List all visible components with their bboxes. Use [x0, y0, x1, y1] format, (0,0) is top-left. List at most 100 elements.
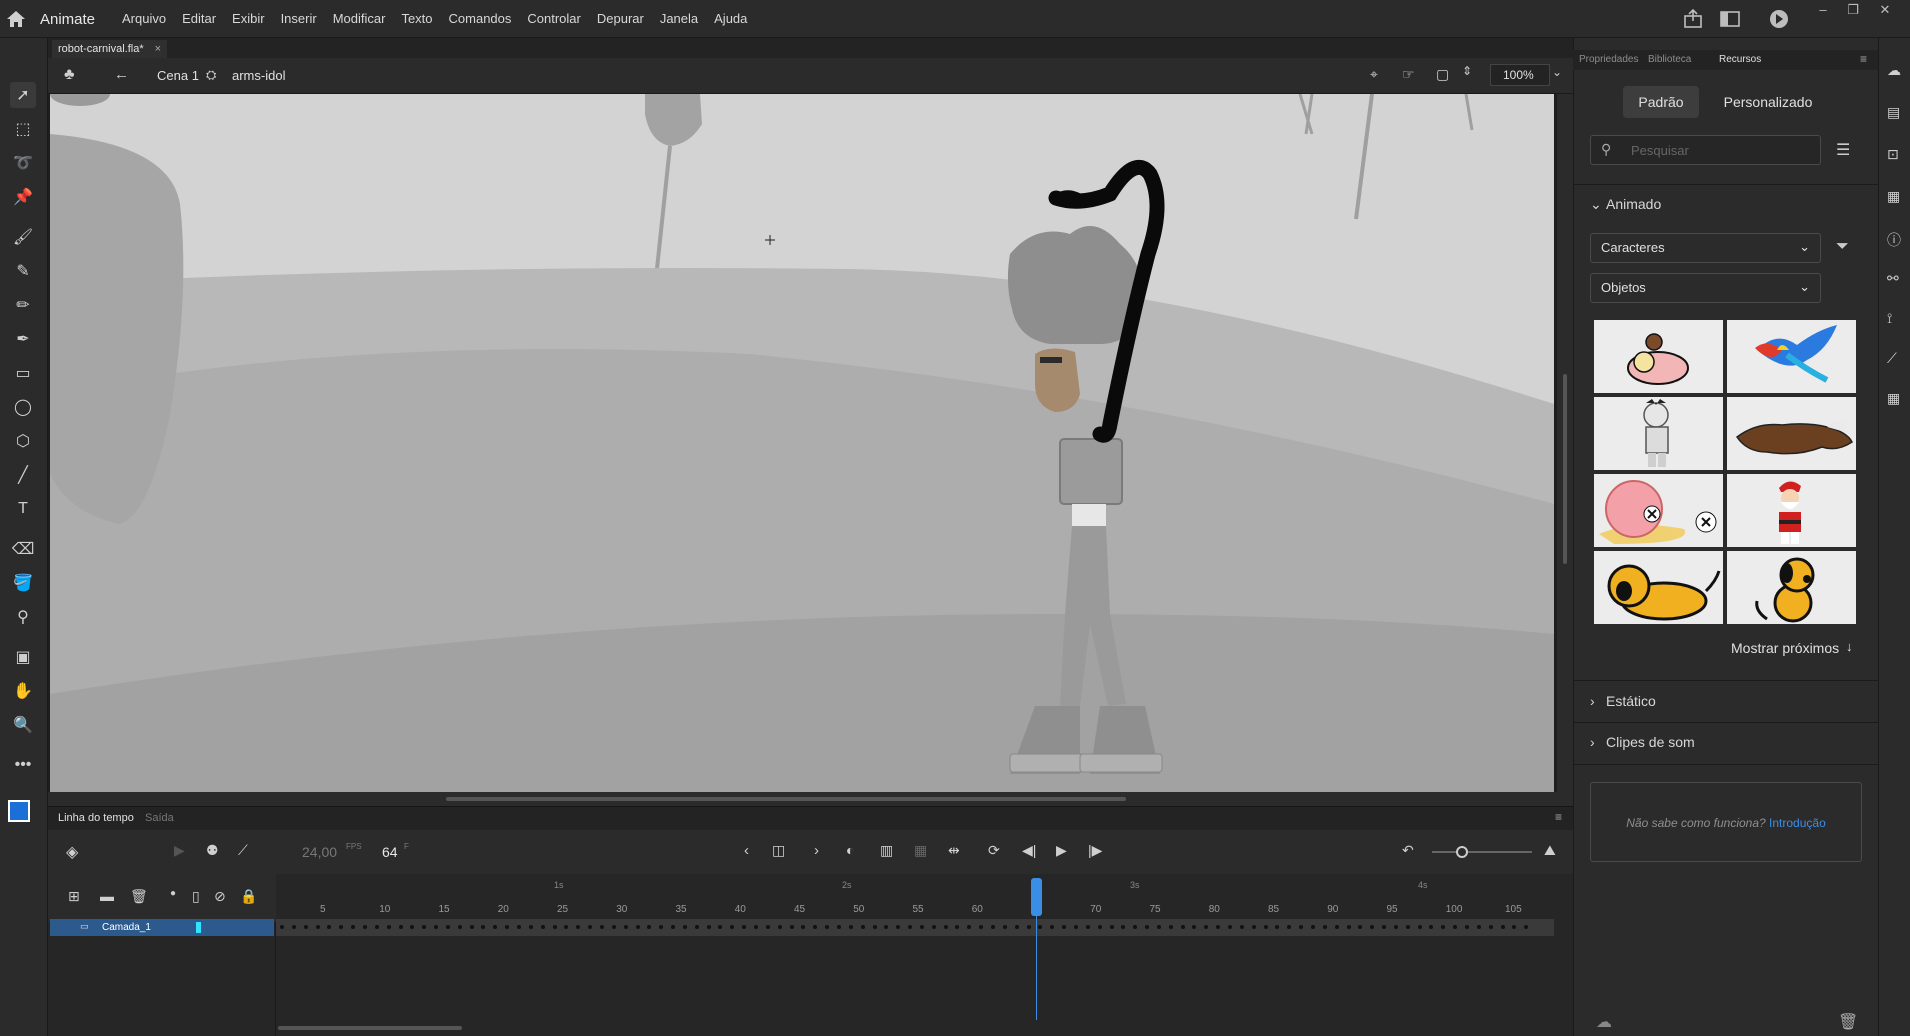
- section-static[interactable]: Estático: [1606, 693, 1656, 709]
- keyframe-marker[interactable]: [908, 925, 913, 929]
- keyframe-marker[interactable]: [789, 925, 794, 929]
- keyframe-marker[interactable]: [1275, 925, 1280, 929]
- menu-inserir[interactable]: Inserir: [281, 11, 317, 26]
- asset-thumb-snail[interactable]: [1594, 474, 1723, 547]
- keyframe-marker[interactable]: [339, 925, 344, 929]
- align-panel-icon[interactable]: ⊡: [1887, 146, 1899, 163]
- keyframe-marker[interactable]: [517, 925, 521, 929]
- pencil-tool-icon[interactable]: ✏: [10, 292, 36, 318]
- keyframe-marker[interactable]: [351, 925, 356, 929]
- filter-icon[interactable]: ⏷: [1836, 238, 1849, 256]
- keyframe-marker[interactable]: [1346, 925, 1351, 929]
- keyframe-marker[interactable]: [1476, 925, 1481, 929]
- keyframe-marker[interactable]: [1453, 925, 1458, 929]
- menu-controlar[interactable]: Controlar: [527, 11, 580, 26]
- test-movie-icon[interactable]: [1766, 8, 1792, 30]
- keyframe-marker[interactable]: [836, 925, 841, 929]
- layer-row[interactable]: ▭ Camada_1: [50, 919, 274, 936]
- keyframe-marker[interactable]: [1334, 925, 1339, 929]
- keyframe-marker[interactable]: [1358, 925, 1363, 929]
- frame-area[interactable]: [276, 922, 1573, 1036]
- keyframe-marker[interactable]: [1133, 925, 1138, 929]
- keyframe-marker[interactable]: [1228, 925, 1232, 929]
- keyframe-marker[interactable]: [1085, 925, 1090, 929]
- eyedropper-tool-icon[interactable]: ⚲: [10, 604, 36, 630]
- stage-horizontal-scrollbar[interactable]: [48, 792, 1573, 806]
- keyframe-marker[interactable]: [730, 925, 735, 929]
- objects-dropdown[interactable]: Objetos ⌄: [1590, 273, 1821, 303]
- eraser-tool-icon[interactable]: ⌫: [10, 536, 36, 562]
- keyframe-marker[interactable]: [422, 925, 427, 929]
- current-frame-value[interactable]: 64: [382, 844, 398, 860]
- keyframe-marker[interactable]: [1310, 925, 1315, 929]
- keyframe-marker[interactable]: [1239, 925, 1244, 929]
- polystar-tool-icon[interactable]: ⬡: [10, 428, 36, 454]
- edit-multiple-frames-icon[interactable]: ▥: [880, 842, 893, 859]
- next-keyframe-icon[interactable]: ›: [814, 842, 819, 859]
- components-icon[interactable]: ⚯: [1887, 270, 1899, 287]
- keyframe-marker[interactable]: [1109, 925, 1114, 929]
- undo-zoom-icon[interactable]: ↶: [1402, 842, 1414, 859]
- center-stage-icon[interactable]: ⇕: [1462, 64, 1472, 78]
- keyframe-marker[interactable]: [434, 925, 439, 929]
- frame-ruler[interactable]: 1s 2s 3s 4s 5101520253035404550556065707…: [276, 874, 1573, 922]
- keyframe-marker[interactable]: [564, 925, 569, 929]
- graph-icon[interactable]: ⟋: [238, 842, 248, 859]
- keyframe-marker[interactable]: [505, 925, 510, 929]
- timeline-scrollbar[interactable]: [278, 1026, 462, 1030]
- keyframe-marker[interactable]: [860, 925, 865, 929]
- menu-ajuda[interactable]: Ajuda: [714, 11, 747, 26]
- keyframe-marker[interactable]: [1180, 925, 1185, 929]
- menu-depurar[interactable]: Depurar: [597, 11, 644, 26]
- info-icon[interactable]: ⓘ: [1887, 230, 1901, 250]
- panel-menu-icon[interactable]: ≡: [1860, 52, 1867, 66]
- layer-color-tag[interactable]: [196, 922, 201, 933]
- snap-icon[interactable]: ⌖: [1370, 66, 1378, 83]
- keyframe-marker[interactable]: [896, 925, 901, 929]
- keyframe-marker[interactable]: [884, 925, 889, 929]
- tab-properties[interactable]: Propriedades: [1579, 54, 1638, 65]
- keyframe-marker[interactable]: [410, 925, 415, 929]
- chevron-right-icon[interactable]: ›: [1590, 734, 1595, 750]
- keyframe-marker[interactable]: [825, 925, 830, 929]
- insert-keyframe-icon[interactable]: ◫: [772, 842, 785, 859]
- prev-keyframe-icon[interactable]: ‹: [744, 842, 749, 859]
- lock-icon[interactable]: 🔒: [240, 888, 257, 905]
- line-tool-icon[interactable]: ╱: [10, 462, 36, 488]
- brush-tool-icon[interactable]: 🖌: [10, 224, 36, 250]
- free-transform-tool-icon[interactable]: ⬚: [10, 116, 36, 142]
- timeline-zoom-slider[interactable]: [1432, 846, 1532, 858]
- keyframe-marker[interactable]: [659, 925, 664, 929]
- keyframe-marker[interactable]: [280, 925, 284, 929]
- show-more-link[interactable]: Mostrar próximos: [1731, 640, 1839, 656]
- keyframe-marker[interactable]: [1417, 925, 1422, 929]
- oval-tool-icon[interactable]: ◯: [10, 394, 36, 420]
- motion-editor-icon[interactable]: ⟋: [1887, 350, 1897, 367]
- keyframe-marker[interactable]: [765, 925, 770, 929]
- layer-name[interactable]: Camada_1: [102, 922, 151, 933]
- menu-texto[interactable]: Texto: [401, 11, 432, 26]
- play-icon[interactable]: ▶: [1056, 842, 1067, 859]
- section-animated[interactable]: Animado: [1606, 196, 1661, 212]
- more-tools-icon[interactable]: •••: [10, 752, 36, 778]
- parenting-icon[interactable]: ⚉: [206, 842, 219, 859]
- minimize-button[interactable]: –: [1806, 0, 1840, 20]
- stage-canvas[interactable]: [50, 94, 1554, 792]
- keyframe-marker[interactable]: [588, 925, 593, 929]
- keyframe-marker[interactable]: [943, 925, 948, 929]
- visibility-icon[interactable]: ⊘: [214, 888, 226, 905]
- close-tab-icon[interactable]: ×: [155, 43, 161, 55]
- keyframe-marker[interactable]: [931, 925, 936, 929]
- keyframe-marker[interactable]: [813, 925, 818, 929]
- code-snippets-icon[interactable]: ⟟: [1887, 310, 1892, 327]
- pen-tool-icon[interactable]: ✒: [10, 326, 36, 352]
- tab-library[interactable]: Biblioteca: [1648, 54, 1691, 65]
- workspace-icon[interactable]: [1717, 8, 1743, 30]
- keyframe-marker[interactable]: [1500, 925, 1505, 929]
- stage-vertical-scrollbar[interactable]: [1557, 94, 1573, 792]
- keyframe-marker[interactable]: [919, 925, 924, 929]
- menu-comandos[interactable]: Comandos: [449, 11, 512, 26]
- tab-assets[interactable]: Recursos: [1719, 54, 1761, 65]
- rectangle-tool-icon[interactable]: ▭: [10, 360, 36, 386]
- asset-thumb-parrot[interactable]: [1727, 320, 1856, 393]
